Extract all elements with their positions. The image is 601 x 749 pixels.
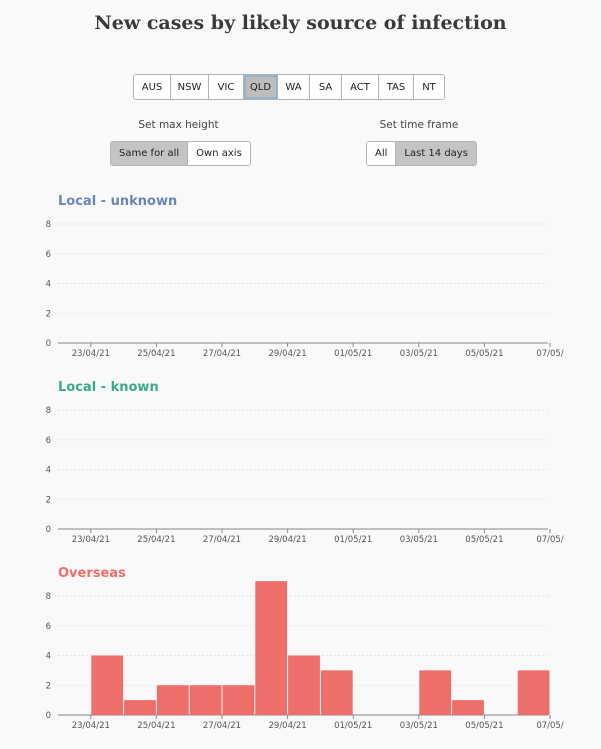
x-tick-label: 27/04/21 (203, 535, 241, 545)
bar-29-04-21 (288, 655, 320, 715)
y-tick-label: 0 (46, 711, 51, 721)
y-tick-label: 6 (46, 436, 51, 446)
chart-panel-local-known: Local - known 0 2 4 6 8 23/04/21 25/04/21 27/04/… (46, 380, 564, 545)
bar-04-05-21 (452, 700, 484, 715)
x-tick-label: 01/05/21 (334, 535, 372, 545)
x-tick-label: 23/04/21 (72, 721, 110, 731)
y-tick-label: 2 (46, 495, 51, 505)
bar-25-04-21 (156, 685, 189, 715)
x-tick-label: 03/05/21 (400, 535, 438, 545)
bar-23-04-21 (91, 655, 124, 715)
chart-panel-local-unknown: Local - unknown 0 2 4 6 8 23/04/21 25/04/21 27/0… (46, 194, 564, 359)
chart-title: Overseas (58, 566, 126, 581)
bar-26-04-21 (189, 685, 222, 715)
charts-area: Local - unknown 0 2 4 6 8 23/04/21 25/04/21 27/0… (46, 194, 564, 731)
bar-28-04-21 (255, 581, 288, 715)
y-tick-label: 2 (46, 681, 51, 691)
x-tick-label: 05/05/21 (465, 349, 503, 359)
x-tick-label: 07/05/ (536, 349, 563, 359)
bar-06-05-21 (517, 670, 550, 715)
x-tick-label: 29/04/21 (269, 721, 307, 731)
x-tick-label: 03/05/21 (400, 721, 438, 731)
y-tick-label: 4 (46, 466, 51, 476)
x-tick-label: 23/04/21 (72, 349, 110, 359)
y-tick-label: 2 (46, 309, 51, 319)
bar-27-04-21 (222, 685, 255, 715)
bar-24-04-21 (124, 700, 156, 715)
y-tick-label: 8 (46, 592, 51, 602)
x-tick-label: 25/04/21 (137, 535, 175, 545)
chart-title: Local - unknown (58, 194, 177, 209)
x-tick-label: 05/05/21 (465, 535, 503, 545)
x-tick-label: 07/05/ (536, 535, 563, 545)
x-tick-label: 07/05/ (536, 721, 563, 731)
y-tick-label: 4 (46, 280, 51, 290)
y-tick-label: 6 (46, 250, 51, 260)
x-tick-label: 25/04/21 (137, 721, 175, 731)
y-tick-label: 4 (46, 652, 51, 662)
y-tick-label: 0 (46, 525, 51, 535)
x-tick-label: 03/05/21 (400, 349, 438, 359)
x-tick-label: 27/04/21 (203, 721, 241, 731)
x-tick-label: 05/05/21 (465, 721, 503, 731)
chart-panel-overseas: Overseas 0 2 4 6 8 23/04/21 25/04/21 27/04/21 29/… (46, 566, 564, 731)
y-tick-label: 0 (46, 339, 51, 349)
x-tick-label: 29/04/21 (269, 535, 307, 545)
x-tick-label: 25/04/21 (137, 349, 175, 359)
bar-03-05-21 (419, 670, 452, 715)
x-tick-label: 23/04/21 (72, 535, 110, 545)
x-tick-label: 29/04/21 (269, 349, 307, 359)
y-tick-label: 8 (46, 220, 51, 230)
x-tick-label: 01/05/21 (334, 349, 372, 359)
bar-30-04-21 (320, 670, 353, 715)
x-tick-label: 01/05/21 (334, 721, 372, 731)
y-tick-label: 6 (46, 622, 51, 632)
x-tick-label: 27/04/21 (203, 349, 241, 359)
y-tick-label: 8 (46, 406, 51, 416)
chart-title: Local - known (58, 380, 159, 395)
